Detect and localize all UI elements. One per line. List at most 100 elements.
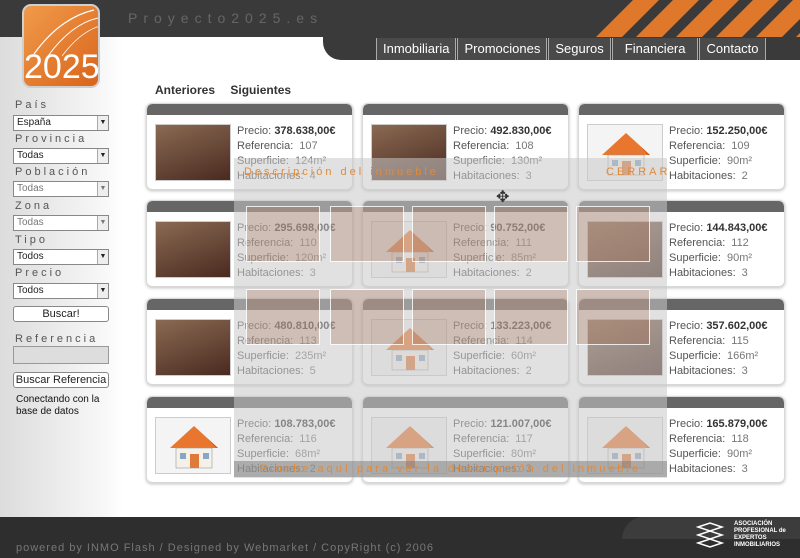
nav-promociones[interactable]: Promociones	[457, 38, 548, 60]
ref-row: Referencia: 107	[237, 139, 335, 154]
move-icon[interactable]: ✥	[496, 187, 509, 207]
price-value: 165.879,00€	[706, 418, 768, 430]
chevron-down-icon: ▼	[97, 149, 108, 163]
overlay-close-button[interactable]: CERRAR	[606, 166, 670, 178]
top-bar: Proyecto2025.es	[0, 0, 800, 37]
association-logo[interactable]: ASOCIACIÓN PROFESIONAL de EXPERTOS INMOB…	[694, 521, 794, 553]
overlay-thumbnail[interactable]	[494, 289, 568, 345]
house-icon[interactable]	[155, 417, 231, 474]
card-header	[147, 104, 352, 115]
filter-label-tipo: Tipo	[15, 234, 48, 246]
ref-row: Referencia: 109	[669, 139, 767, 154]
filter-select-poblacion[interactable]: Todas ▼	[13, 181, 109, 197]
price-row: Precio: 144.843,00€	[669, 221, 767, 236]
ref-value: 112	[731, 237, 749, 249]
property-photo[interactable]	[155, 319, 231, 376]
filter-label-zona: Zona	[15, 200, 53, 212]
association-text: ASOCIACIÓN PROFESIONAL de EXPERTOS INMOB…	[734, 521, 786, 548]
ref-value: 115	[731, 335, 749, 347]
chevron-down-icon: ▼	[97, 284, 108, 298]
price-label: Precio:	[669, 418, 704, 430]
rooms-row: Habitaciones: 3	[669, 266, 767, 281]
search-reference-button[interactable]: Buscar Referencia	[13, 372, 109, 388]
ref-label: Referencia:	[669, 335, 726, 347]
filter-select-pais[interactable]: España ▼	[13, 115, 109, 131]
select-value: España	[17, 117, 51, 128]
filter-select-zona[interactable]: Todas ▼	[13, 215, 109, 231]
filter-label-provincia: Provincia	[15, 133, 88, 145]
ref-label: Referencia:	[453, 140, 510, 152]
area-value: 90m²	[726, 155, 753, 167]
price-value: 152.250,00€	[706, 125, 768, 137]
filter-select-tipo[interactable]: Todos ▼	[13, 249, 109, 265]
price-row: Precio: 152.250,00€	[669, 124, 767, 139]
ref-value: 109	[731, 140, 750, 152]
rooms-row: Habitaciones: 3	[669, 462, 767, 477]
nav-financiera[interactable]: Financiera	[611, 38, 699, 60]
logo[interactable]: 2025	[22, 4, 100, 88]
ref-value: 108	[515, 140, 534, 152]
next-page-link[interactable]: Siguientes	[230, 83, 291, 97]
filter-label-poblacion: Población	[15, 166, 91, 178]
filter-label-precio: Precio	[15, 267, 65, 279]
filter-select-precio[interactable]: Todos ▼	[13, 283, 109, 299]
search-button[interactable]: Buscar!	[13, 306, 109, 322]
filter-select-provincia[interactable]: Todas ▼	[13, 148, 109, 164]
logo-text: 2025	[24, 48, 100, 86]
chevron-down-icon: ▼	[97, 216, 108, 230]
area-value: 90m²	[726, 448, 753, 460]
rooms-value: 2	[741, 170, 748, 182]
ref-row: Referencia: 118	[669, 432, 767, 447]
overlay-thumbnail[interactable]	[246, 206, 320, 262]
reference-input[interactable]	[13, 346, 109, 364]
overlay-thumbnail[interactable]	[576, 289, 650, 345]
property-info: Precio: 152.250,00€ Referencia: 109 Superfi…	[669, 124, 767, 184]
property-photo[interactable]	[155, 221, 231, 278]
price-row: Precio: 357.602,00€	[669, 319, 767, 334]
overlay-title: Descripción del inmueble	[244, 166, 439, 178]
nav-contacto[interactable]: Contacto	[699, 38, 766, 60]
ref-value: 107	[299, 140, 318, 152]
area-row: Superficie: 90m²	[669, 251, 767, 266]
rooms-value: 3	[741, 365, 748, 377]
overlay-thumbnail[interactable]	[412, 289, 486, 345]
chevron-down-icon: ▼	[97, 250, 108, 264]
reference-label: Referencia	[15, 333, 99, 345]
ref-value: 118	[731, 433, 749, 445]
area-value: 166m²	[726, 350, 759, 362]
chevron-down-icon: ▼	[97, 182, 108, 196]
nav-seguros[interactable]: Seguros	[548, 38, 611, 60]
rooms-label: Habitaciones:	[669, 170, 736, 182]
price-label: Precio:	[669, 125, 704, 137]
area-label: Superficie:	[669, 448, 721, 460]
site-title: Proyecto2025.es	[128, 10, 324, 26]
area-value: 90m²	[726, 252, 753, 264]
overlay-thumbnail[interactable]	[330, 289, 404, 345]
overlay-thumbnail[interactable]	[330, 206, 404, 262]
rooms-label: Habitaciones:	[669, 463, 736, 475]
main-nav: Inmobiliaria Promociones Seguros Financi…	[376, 38, 767, 60]
overlay-thumbnail[interactable]	[576, 206, 650, 262]
overlay-thumbnail[interactable]	[246, 289, 320, 345]
area-row: Superficie: 166m²	[669, 349, 767, 364]
select-value: Todos	[17, 285, 44, 296]
select-value: Todas	[17, 150, 44, 161]
paging: Anteriores Siguientes	[155, 83, 303, 97]
price-row: Precio: 165.879,00€	[669, 417, 767, 432]
prev-page-link[interactable]: Anteriores	[155, 83, 215, 97]
overlay-thumbnail[interactable]	[412, 206, 486, 262]
card-header	[363, 104, 568, 115]
price-value: 378.638,00€	[274, 125, 336, 137]
chevron-down-icon: ▼	[97, 116, 108, 130]
price-row: Precio: 378.638,00€	[237, 124, 335, 139]
nav-inmobiliaria[interactable]: Inmobiliaria	[376, 38, 457, 60]
area-row: Superficie: 90m²	[669, 447, 767, 462]
property-photo[interactable]	[155, 124, 231, 181]
overlay-thumbnail[interactable]	[494, 206, 568, 262]
overlay-caption[interactable]: Pinche aquí para ver la descripción del …	[234, 461, 667, 477]
price-label: Precio:	[453, 125, 488, 137]
price-label: Precio:	[669, 320, 704, 332]
property-info: Precio: 144.843,00€ Referencia: 112 Superfi…	[669, 221, 767, 281]
ref-row: Referencia: 108	[453, 139, 551, 154]
footer-text: powered by INMO Flash / Designed by Webm…	[16, 542, 434, 554]
